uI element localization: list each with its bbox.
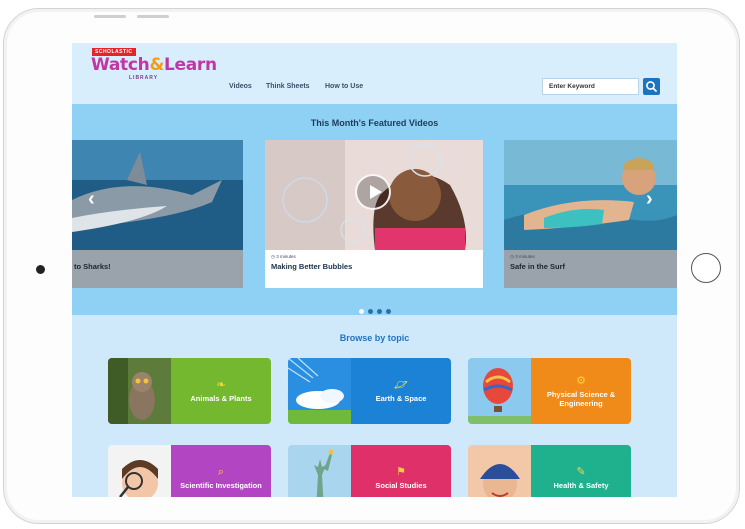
carousel-dot[interactable] — [376, 309, 382, 314]
carousel-dot[interactable] — [385, 309, 391, 314]
sky-photo — [288, 358, 351, 424]
video-card-title: Safe in the Surf — [510, 262, 566, 271]
topic-label: Animals & Plants — [190, 394, 252, 403]
balloon-photo — [468, 358, 531, 424]
volume-button — [94, 15, 126, 18]
leaf-icon: ❧ — [216, 379, 226, 391]
topic-tile-earth-space[interactable]: 🪐︎ Earth & Space — [288, 358, 451, 424]
shark-thumbnail — [72, 140, 243, 250]
play-button[interactable] — [355, 174, 391, 210]
search-input[interactable]: Enter Keyword — [542, 78, 639, 95]
featured-videos-section: This Month's Featured Videos to Sharks! — [72, 104, 677, 315]
video-card-sharks[interactable]: to Sharks! — [72, 140, 243, 288]
browse-title: Browse by topic — [339, 333, 410, 343]
planet-icon: 🪐︎ — [394, 379, 408, 391]
topic-label: Scientific Investigation — [180, 481, 262, 490]
video-duration: ◷ 3 minutes — [510, 254, 535, 259]
video-card-surf[interactable]: ◷ 3 minutes Safe in the Surf — [504, 140, 677, 288]
carousel-dot[interactable] — [367, 309, 373, 314]
topic-tile-body: ✎ Health & Safety — [531, 445, 631, 497]
logo-word-watch: Watch — [91, 55, 150, 75]
topic-tile-body: ⌕ Scientific Investigation — [171, 445, 271, 497]
magnifier-icon: ⌕ — [217, 466, 225, 478]
topic-tile-body: ⚑ Social Studies — [351, 445, 451, 497]
nav-how-to-use[interactable]: How to Use — [325, 83, 363, 90]
carousel-prev-arrow[interactable]: ‹ — [88, 188, 95, 211]
featured-title: This Month's Featured Videos — [310, 118, 439, 128]
search-button[interactable] — [643, 78, 660, 95]
owl-photo — [108, 358, 171, 424]
topic-tile-scientific-investigation[interactable]: ⌕ Scientific Investigation — [108, 445, 271, 497]
nav-think-sheets[interactable]: Think Sheets — [266, 83, 310, 90]
home-button[interactable] — [691, 253, 721, 283]
nav-videos[interactable]: Videos — [229, 83, 252, 90]
girl-magnifier-photo — [108, 445, 171, 497]
site-logo[interactable]: Watch&Learn — [91, 55, 217, 75]
topic-label: Health & Safety — [553, 481, 609, 490]
topic-label: Social Studies — [375, 481, 427, 490]
topic-tile-social-studies[interactable]: ⚑ Social Studies — [288, 445, 451, 497]
video-duration: ◷ 3 minutes — [271, 254, 296, 259]
carousel-dot[interactable] — [358, 309, 364, 314]
carousel-dots — [72, 301, 677, 319]
logo-subtitle: LIBRARY — [129, 75, 159, 81]
topic-tile-body: ❧ Animals & Plants — [171, 358, 271, 424]
video-card-title: Making Better Bubbles — [271, 262, 353, 271]
search-icon — [646, 81, 657, 92]
logo-word-learn: Learn — [163, 55, 217, 75]
statue-liberty-photo — [288, 445, 351, 497]
topic-label: Physical Science & Engineering — [546, 389, 616, 408]
flag-icon: ⚑ — [396, 466, 406, 478]
carousel-next-arrow[interactable]: › — [646, 188, 653, 211]
camera-dot — [36, 265, 45, 274]
topic-tile-body: 🪐︎ Earth & Space — [351, 358, 451, 424]
web-page: SCHOLASTIC Watch&Learn LIBRARY Videos Th… — [72, 43, 677, 497]
duration-text: 3 minutes — [515, 254, 535, 259]
boy-helmet-photo — [468, 445, 531, 497]
volume-button — [137, 15, 169, 18]
topic-label: Earth & Space — [375, 394, 427, 403]
video-card-bubbles[interactable]: ◷ 3 minutes Making Better Bubbles — [265, 140, 483, 288]
site-header: SCHOLASTIC Watch&Learn LIBRARY Videos Th… — [72, 43, 677, 104]
logo-ampersand: & — [149, 55, 164, 75]
duration-text: 3 minutes — [276, 254, 296, 259]
topic-tile-health-safety[interactable]: ✎ Health & Safety — [468, 445, 631, 497]
topic-tile-animals-plants[interactable]: ❧ Animals & Plants — [108, 358, 271, 424]
toothbrush-icon: ✎ — [576, 466, 586, 478]
video-card-title: to Sharks! — [74, 262, 111, 271]
gear-icon: ⚙ — [576, 374, 586, 387]
topic-tile-physical-science[interactable]: ⚙ Physical Science & Engineering — [468, 358, 631, 424]
topic-tile-body: ⚙ Physical Science & Engineering — [531, 358, 631, 424]
